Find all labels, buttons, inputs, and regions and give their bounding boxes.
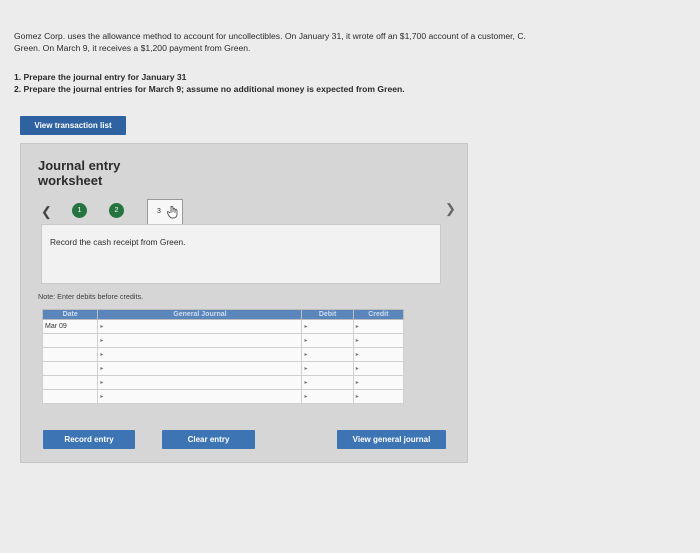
problem-text-line1: Gomez Corp. uses the allowance method to… [14,31,526,41]
input-marker-icon: ▸ [304,366,308,372]
dropdown-marker-icon: ▸ [100,338,104,344]
input-marker-icon: ▸ [304,338,308,344]
dropdown-marker-icon: ▸ [100,366,104,372]
credit-cell[interactable]: ▸ [352,389,405,404]
date-cell[interactable] [41,389,99,404]
journal-entry-worksheet: Journal entry worksheet ❮ 1 2 3 ❯ Record… [20,143,468,463]
debit-cell[interactable]: ▸ [301,333,354,348]
account-cell[interactable]: ▸ [97,347,303,362]
dropdown-marker-icon: ▸ [100,324,104,330]
credit-cell[interactable]: ▸ [352,333,405,348]
input-marker-icon: ▸ [355,352,359,358]
problem-text-line2: Green. On March 9, it receives a $1,200 … [14,43,251,53]
task-1: 1. Prepare the journal entry for January… [14,72,187,82]
input-marker-icon: ▸ [355,324,359,330]
journal-header-row: Date General Journal Debit Credit [41,309,405,320]
view-transaction-list-button[interactable]: View transaction list [20,116,126,135]
instruction-box: Record the cash receipt from Green. [41,224,441,284]
account-cell[interactable]: ▸ [97,361,303,376]
debit-cell[interactable]: ▸ [301,361,354,376]
input-marker-icon: ▸ [355,394,359,400]
account-cell[interactable]: ▸ [97,333,303,348]
hand-cursor-icon [167,206,178,219]
step-2-indicator[interactable]: 2 [109,203,124,218]
input-marker-icon: ▸ [355,366,359,372]
step-1-indicator[interactable]: 1 [72,203,87,218]
table-row: ▸ ▸ ▸ [41,347,405,362]
table-row: ▸ ▸ ▸ [41,361,405,376]
date-cell[interactable] [41,375,99,390]
account-cell[interactable]: ▸ [97,319,303,334]
credit-cell[interactable]: ▸ [352,319,405,334]
input-marker-icon: ▸ [304,380,308,386]
debit-cell[interactable]: ▸ [301,347,354,362]
credit-cell[interactable]: ▸ [352,361,405,376]
account-cell[interactable]: ▸ [97,389,303,404]
dropdown-marker-icon: ▸ [100,380,104,386]
input-marker-icon: ▸ [304,352,308,358]
chevron-left-icon[interactable]: ❮ [41,204,52,220]
table-row: ▸ ▸ ▸ [41,375,405,390]
input-marker-icon: ▸ [304,394,308,400]
worksheet-title-line2: worksheet [38,173,103,188]
input-marker-icon: ▸ [355,380,359,386]
dropdown-marker-icon: ▸ [100,394,104,400]
date-cell[interactable] [41,347,99,362]
chevron-right-icon[interactable]: ❯ [445,201,456,217]
clear-entry-button[interactable]: Clear entry [162,430,255,449]
dropdown-marker-icon: ▸ [100,352,104,358]
view-general-journal-button[interactable]: View general journal [337,430,446,449]
credit-cell[interactable]: ▸ [352,347,405,362]
header-debit: Debit [301,309,354,320]
date-cell[interactable] [41,361,99,376]
date-cell[interactable] [41,333,99,348]
table-row: Mar 09 ▸ ▸ ▸ [41,319,405,334]
date-cell[interactable]: Mar 09 [41,319,99,334]
debit-cell[interactable]: ▸ [301,319,354,334]
table-row: ▸ ▸ ▸ [41,333,405,348]
task-2: 2. Prepare the journal entries for March… [14,83,405,94]
problem-statement: Gomez Corp. uses the allowance method to… [14,30,684,54]
credit-cell[interactable]: ▸ [352,375,405,390]
account-cell[interactable]: ▸ [97,375,303,390]
journal-table: Date General Journal Debit Credit Mar 09… [41,309,405,404]
step-3-indicator[interactable]: 3 [147,199,183,225]
note-text: Note: Enter debits before credits. [38,292,144,301]
worksheet-title: Journal entry worksheet [38,158,120,188]
header-date: Date [41,309,99,320]
record-entry-button[interactable]: Record entry [43,430,135,449]
input-marker-icon: ▸ [304,324,308,330]
input-marker-icon: ▸ [355,338,359,344]
debit-cell[interactable]: ▸ [301,375,354,390]
worksheet-title-line1: Journal entry [38,158,121,173]
header-general-journal: General Journal [97,309,303,320]
table-row: ▸ ▸ ▸ [41,389,405,404]
task-list: 1. Prepare the journal entry for January… [14,72,405,95]
instruction-text: Record the cash receipt from Green. [50,237,186,247]
header-credit: Credit [352,309,405,320]
debit-cell[interactable]: ▸ [301,389,354,404]
step-3-label: 3 [157,208,161,215]
